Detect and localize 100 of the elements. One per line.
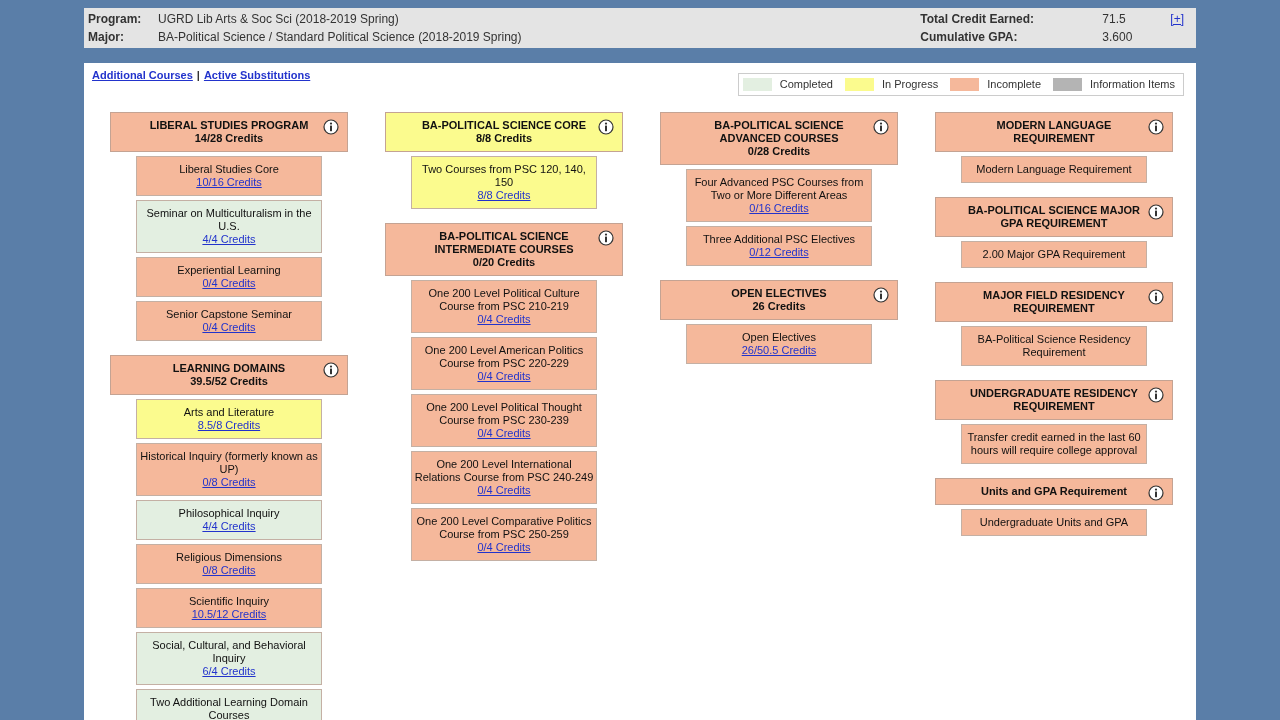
info-icon[interactable] — [598, 229, 614, 246]
requirement-title: MODERN LANGUAGE REQUIREMENT — [995, 118, 1113, 145]
item-name: Philosophical Inquiry — [178, 506, 280, 520]
requirement-item[interactable]: Philosophical Inquiry 4/4 Credits — [136, 499, 322, 540]
item-name: Transfer credit earned in the last 60 hours will require college approval — [966, 430, 1142, 457]
item-name: Historical Inquiry (formerly known as UP) — [139, 449, 319, 476]
requirement-item[interactable]: Open Electives 26/50.5 Credits — [686, 323, 872, 364]
info-value: 3.600 — [1102, 29, 1134, 46]
credits-link[interactable]: 8.5/8 Credits — [197, 418, 261, 432]
item-name: One 200 Level Political Culture Course from PSC 210-219 — [427, 286, 581, 313]
credits-link[interactable]: 26/50.5 Credits — [741, 343, 817, 357]
credits-link[interactable]: 0/16 Credits — [749, 201, 809, 215]
requirement-item[interactable]: Undergraduate Units and GPA — [961, 508, 1147, 536]
requirement-credits: 39.5/52 Credits — [189, 374, 269, 388]
info-icon[interactable] — [323, 118, 339, 135]
credits-link[interactable]: 0/4 Credits — [202, 276, 256, 290]
requirement-item[interactable]: Four Advanced PSC Courses from Two or More Different Areas 0/16 Credits — [686, 168, 872, 222]
requirement-item[interactable]: Seminar on Multiculturalism in the U.S. 4/4 Credits — [136, 199, 322, 253]
item-name: One 200 Level International Relations Course from PSC 240-249 — [414, 457, 594, 484]
requirement-credits: 8/8 Credits — [474, 131, 534, 145]
requirement-item[interactable]: One 200 Level American Politics Course from PSC 220-229 0/4 Credits — [411, 336, 597, 390]
legend-label: Information Items — [1090, 77, 1175, 92]
requirement-item[interactable]: Liberal Studies Core 10/16 Credits — [136, 155, 322, 196]
requirement-item[interactable]: Modern Language Requirement — [961, 155, 1147, 183]
info-icon[interactable] — [1148, 288, 1164, 305]
credits-link[interactable]: 4/4 Credits — [202, 519, 256, 533]
requirement-item[interactable]: Two Courses from PSC 120, 140, 150 8/8 Credits — [411, 155, 597, 209]
item-name: Liberal Studies Core — [179, 162, 279, 176]
requirement-item[interactable]: Social, Cultural, and Behavioral Inquiry 6/4 Credits — [136, 631, 322, 685]
credits-link[interactable]: 8/8 Credits — [477, 188, 531, 202]
info-value: 71.5 — [1102, 11, 1127, 28]
requirement-item[interactable]: Two Additional Learning Domain Courses — [136, 688, 322, 720]
requirement-item[interactable]: Arts and Literature 8.5/8 Credits — [136, 398, 322, 439]
requirement-item[interactable]: 2.00 Major GPA Requirement — [961, 240, 1147, 268]
requirement-title: MAJOR FIELD RESIDENCY REQUIREMENT — [982, 288, 1126, 315]
item-name: Seminar on Multiculturalism in the U.S. — [145, 206, 313, 233]
legend-label: Completed — [779, 77, 833, 92]
requirement-title: BA-POLITICAL SCIENCE MAJOR GPA REQUIREMENT — [966, 203, 1142, 230]
requirement-credits: 14/28 Credits — [193, 131, 265, 145]
requirement-credits: 0/20 Credits — [471, 255, 537, 269]
info-icon[interactable] — [873, 118, 889, 135]
requirement-title: BA-POLITICAL SCIENCE ADVANCED COURSES — [713, 118, 845, 145]
requirement-title: LIBERAL STUDIES PROGRAM — [148, 118, 310, 132]
info-icon[interactable] — [323, 361, 339, 378]
requirement-title: UNDERGRADUATE RESIDENCY REQUIREMENT — [969, 386, 1139, 413]
requirement-item[interactable]: Three Additional PSC Electives 0/12 Credits — [686, 225, 872, 266]
requirement-item[interactable]: One 200 Level Comparative Politics Course from PSC 250-259 0/4 Credits — [411, 507, 597, 561]
credits-link[interactable]: 0/4 Credits — [477, 312, 531, 326]
requirement-item[interactable]: One 200 Level Political Culture Course from PSC 210-219 0/4 Credits — [411, 279, 597, 333]
item-name: 2.00 Major GPA Requirement — [982, 247, 1126, 261]
requirement-title: OPEN ELECTIVES — [730, 286, 828, 300]
requirement-item[interactable]: One 200 Level International Relations Course from PSC 240-249 0/4 Credits — [411, 450, 597, 504]
credits-link[interactable]: 0/4 Credits — [477, 426, 531, 440]
legend-label: In Progress — [881, 77, 939, 92]
info-icon[interactable] — [1148, 386, 1164, 403]
additional-courses-link[interactable]: Additional Courses — [92, 67, 193, 84]
info-value: UGRD Lib Arts & Soc Sci (2018-2019 Spring) — [158, 11, 399, 28]
requirement-credits: 26 Credits — [751, 299, 807, 313]
item-name: Open Electives — [742, 330, 816, 344]
item-name: Arts and Literature — [183, 405, 275, 419]
item-name: Senior Capstone Seminar — [166, 307, 292, 321]
requirement-title: BA-POLITICAL SCIENCE INTERMEDIATE COURSES — [433, 229, 575, 256]
credits-link[interactable]: 10.5/12 Credits — [191, 607, 267, 621]
requirement-item[interactable]: Scientific Inquiry 10.5/12 Credits — [136, 587, 322, 628]
credits-link[interactable]: 0/4 Credits — [477, 540, 531, 554]
item-name: Modern Language Requirement — [976, 162, 1132, 176]
requirement-item[interactable]: BA-Political Science Residency Requirement — [961, 325, 1147, 366]
credits-link[interactable]: 6/4 Credits — [202, 664, 256, 678]
credits-link[interactable]: 0/4 Credits — [477, 369, 531, 383]
requirement-title: LEARNING DOMAINS — [171, 361, 287, 375]
info-label: Major: — [88, 29, 125, 46]
info-icon[interactable] — [598, 118, 614, 135]
credits-link[interactable]: 0/8 Credits — [202, 475, 256, 489]
link-separator: | — [196, 68, 200, 83]
expand-link[interactable]: [+] — [1170, 10, 1184, 28]
item-name: Experiential Learning — [177, 263, 281, 277]
requirement-item[interactable]: Religious Dimensions 0/8 Credits — [136, 543, 322, 584]
item-name: Undergraduate Units and GPA — [979, 515, 1129, 529]
credits-link[interactable]: 0/12 Credits — [749, 245, 809, 259]
info-icon[interactable] — [1148, 118, 1164, 135]
credits-link[interactable]: 0/4 Credits — [202, 320, 256, 334]
active-substitutions-link[interactable]: Active Substitutions — [203, 67, 311, 84]
credits-link[interactable]: 4/4 Credits — [202, 232, 256, 246]
requirement-item[interactable]: One 200 Level Political Thought Course from PSC 230-239 0/4 Credits — [411, 393, 597, 447]
info-icon[interactable] — [1148, 203, 1164, 220]
item-name: One 200 Level American Politics Course from PSC 220-229 — [423, 343, 585, 370]
item-name: BA-Political Science Residency Requirement — [976, 332, 1132, 359]
credits-link[interactable]: 0/8 Credits — [202, 563, 256, 577]
info-icon[interactable] — [873, 286, 889, 303]
credits-link[interactable]: 0/4 Credits — [477, 483, 531, 497]
item-name: Religious Dimensions — [176, 550, 282, 564]
requirement-item[interactable]: Historical Inquiry (formerly known as UP) 0/8 Credits — [136, 442, 322, 496]
credits-link[interactable]: 10/16 Credits — [196, 175, 262, 189]
item-name: One 200 Level Political Thought Course from PSC 230-239 — [425, 400, 583, 427]
requirement-item[interactable]: Senior Capstone Seminar 0/4 Credits — [136, 300, 322, 341]
item-name: Two Courses from PSC 120, 140, 150 — [421, 162, 587, 189]
requirement-item[interactable]: Experiential Learning 0/4 Credits — [136, 256, 322, 297]
requirement-item[interactable]: Transfer credit earned in the last 60 hours will require college approval — [961, 423, 1147, 464]
info-icon[interactable] — [1148, 484, 1164, 501]
item-name: Two Additional Learning Domain Courses — [149, 695, 309, 720]
